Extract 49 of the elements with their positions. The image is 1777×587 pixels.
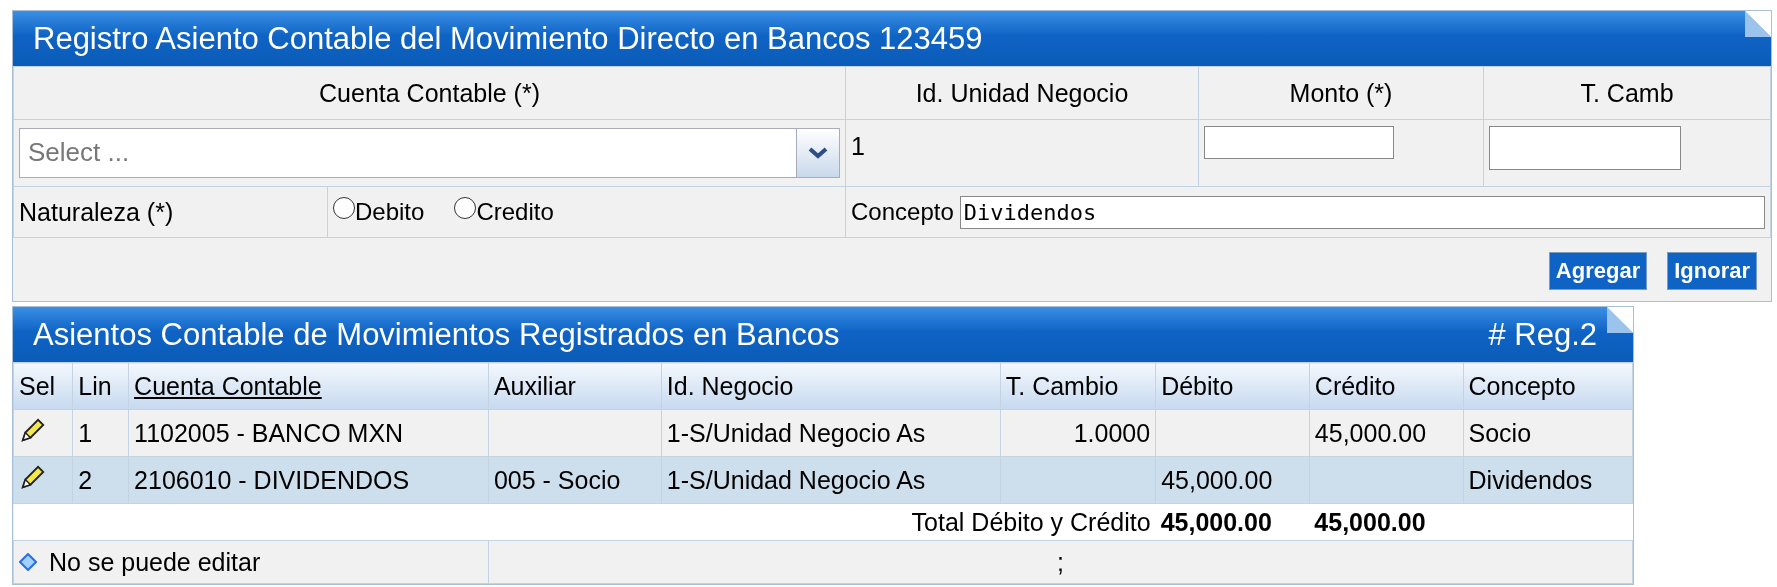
column-header: Cuenta Contable (*)	[319, 78, 540, 107]
radio-option[interactable]: Debito	[333, 197, 425, 227]
table-cell: 1-S/Unidad Negocio As	[666, 465, 926, 494]
column-header: T. Cambio	[1005, 371, 1119, 400]
account-select[interactable]: Select ...	[19, 128, 840, 178]
table-cell: 1.0000	[1073, 418, 1151, 447]
column-header: Crédito	[1314, 371, 1396, 400]
column-header: Id. Negocio	[666, 371, 794, 400]
column-header: T. Camb	[1580, 78, 1674, 107]
record-count: # Reg.2	[1488, 316, 1597, 353]
chevron-down-icon	[808, 147, 828, 159]
table-cell: 005 - Socio	[493, 465, 621, 494]
table-cell: 1	[78, 418, 93, 447]
column-header: Débito	[1161, 371, 1234, 400]
pencil-icon[interactable]	[19, 416, 47, 444]
concept-label: Concepto	[851, 198, 954, 226]
table-cell: Socio	[1468, 418, 1532, 447]
amount-field[interactable]	[1204, 126, 1394, 159]
table-cell: Dividendos	[1468, 465, 1593, 494]
column-header: Id. Unidad Negocio	[915, 78, 1129, 107]
panel-title: Registro Asiento Contable del Movimiento Directo en Bancos 123459	[33, 20, 983, 57]
total-credit: 45,000.00	[1314, 507, 1426, 536]
column-header: Concepto	[1468, 371, 1576, 400]
radio-option[interactable]: Credito	[454, 197, 554, 227]
diamond-icon	[19, 553, 37, 571]
total-debit: 45,000.00	[1160, 507, 1272, 536]
table-cell: 2	[78, 465, 93, 494]
corner-fold-icon	[1607, 307, 1633, 333]
column-header: Lin	[78, 371, 112, 400]
footer-note: No se puede editar	[49, 547, 261, 577]
concept-field[interactable]: Dividendos	[959, 195, 1765, 229]
footer-value: ;	[1057, 547, 1064, 576]
action-button[interactable]: Agregar	[1548, 252, 1648, 290]
table-cell: 2106010 - DIVIDENDOS	[134, 465, 410, 494]
column-header: Auxiliar	[493, 371, 576, 400]
column-header: Sel	[19, 371, 56, 400]
table-cell: 1102005 - BANCO MXN	[134, 418, 404, 447]
pencil-icon[interactable]	[19, 463, 47, 491]
table-cell: 1-S/Unidad Negocio As	[666, 418, 926, 447]
table-cell: 45,000.00	[1314, 418, 1427, 447]
exchange-rate-field[interactable]	[1489, 126, 1681, 170]
business-unit-value: 1	[851, 132, 865, 160]
nature-label: Naturaleza (*)	[19, 197, 174, 226]
panel-title: Asientos Contable de Movimientos Registrados en Bancos	[33, 316, 840, 353]
column-header: Monto (*)	[1289, 78, 1393, 107]
corner-fold-icon	[1745, 11, 1771, 37]
total-label: Total Débito y Crédito	[911, 507, 1151, 536]
table-cell: 45,000.00	[1161, 465, 1273, 494]
action-button[interactable]: Ignorar	[1667, 252, 1757, 290]
